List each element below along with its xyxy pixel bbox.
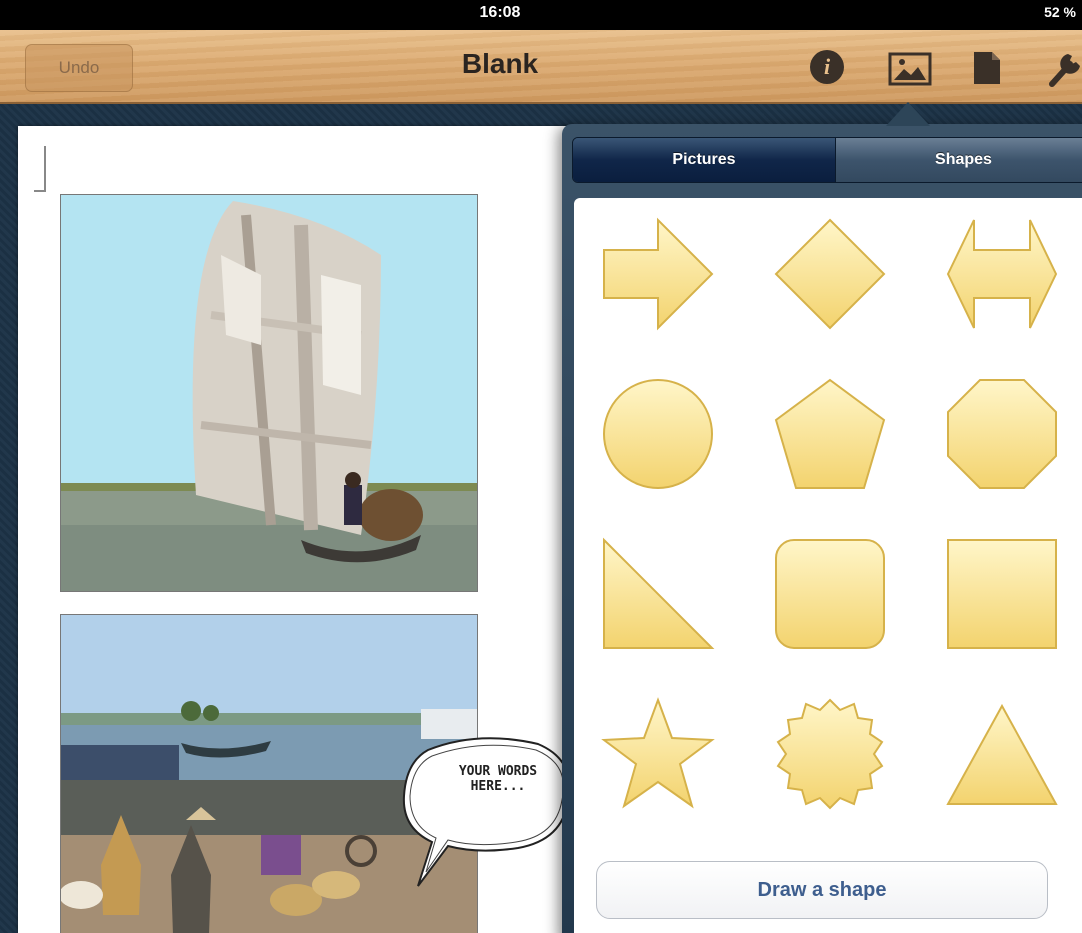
status-time: 16:08	[479, 4, 521, 21]
tab-shapes[interactable]: Shapes	[835, 138, 1082, 182]
speech-bubble-text: YOUR WORDS HERE...	[458, 764, 538, 794]
wrench-icon[interactable]	[1046, 48, 1082, 88]
page-icon[interactable]	[972, 50, 1002, 86]
info-icon[interactable]: i	[810, 50, 844, 84]
toolbar: Undo Blank i	[0, 30, 1082, 104]
image-icon[interactable]	[888, 52, 932, 86]
draw-shape-button[interactable]: Draw a shape	[596, 861, 1048, 919]
triangle-shape[interactable]	[944, 696, 1060, 812]
shapes-panel	[574, 198, 1082, 933]
sailboat-photo[interactable]	[60, 194, 478, 592]
speech-bubble[interactable]: YOUR WORDS HERE...	[398, 730, 578, 890]
document-page[interactable]: YOUR WORDS HERE...	[18, 126, 578, 933]
status-battery: 52 %	[1044, 4, 1076, 20]
popover-tabs: Pictures Shapes	[572, 137, 1082, 183]
diamond-shape[interactable]	[772, 216, 888, 332]
star-shape[interactable]	[600, 696, 716, 812]
square-shape[interactable]	[944, 536, 1060, 652]
document-title: Blank	[461, 48, 539, 79]
double-arrow-shape[interactable]	[944, 216, 1060, 332]
octagon-shape[interactable]	[944, 376, 1060, 492]
starburst-shape[interactable]	[772, 696, 888, 812]
rounded-square-shape[interactable]	[772, 536, 888, 652]
right-triangle-shape[interactable]	[600, 536, 716, 652]
tab-pictures[interactable]: Pictures	[573, 138, 835, 182]
arrow-right-shape[interactable]	[600, 216, 716, 332]
popover-arrow	[886, 102, 930, 126]
text-cursor	[34, 146, 46, 192]
pentagon-shape[interactable]	[772, 376, 888, 492]
undo-button[interactable]: Undo	[25, 44, 133, 92]
status-bar: 16:08 52 %	[0, 0, 1082, 30]
circle-shape[interactable]	[600, 376, 716, 492]
insert-popover: Pictures Shapes Draw a shape	[562, 124, 1082, 933]
